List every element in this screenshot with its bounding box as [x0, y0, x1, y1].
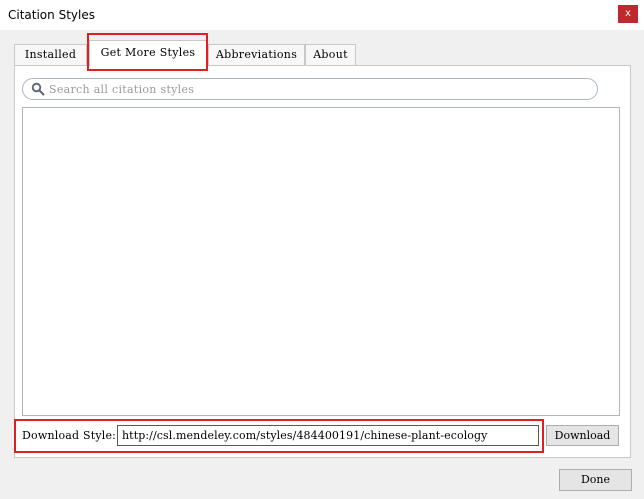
styles-list[interactable] — [22, 107, 620, 416]
search-input[interactable] — [49, 81, 589, 97]
download-url-input[interactable] — [117, 425, 539, 446]
title-bar: Citation Styles x — [0, 0, 644, 30]
tab-about[interactable]: About — [305, 44, 356, 65]
search-icon — [31, 82, 45, 96]
window-title: Citation Styles — [8, 8, 95, 22]
download-style-label: Download Style: — [22, 429, 117, 442]
citation-styles-window: Citation Styles x Installed Get More Sty… — [0, 0, 644, 499]
search-box[interactable] — [22, 78, 598, 100]
download-button[interactable]: Download — [546, 425, 619, 446]
done-button[interactable]: Done — [559, 469, 632, 491]
tab-get-more-styles[interactable]: Get More Styles — [89, 40, 207, 66]
close-button[interactable]: x — [618, 5, 638, 23]
tab-abbreviations[interactable]: Abbreviations — [208, 44, 305, 65]
tab-installed[interactable]: Installed — [14, 44, 87, 65]
